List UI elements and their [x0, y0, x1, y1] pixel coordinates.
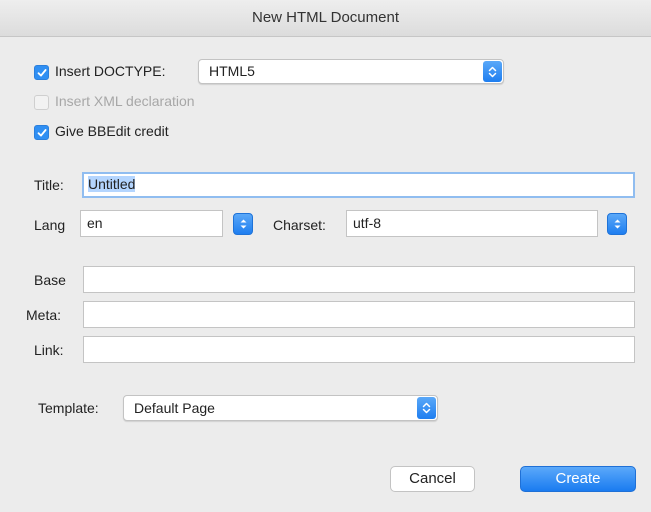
title-field[interactable]: Untitled: [82, 172, 635, 198]
doctype-select-value: HTML5: [209, 63, 255, 79]
base-field[interactable]: [83, 266, 635, 293]
lang-field-value: en: [87, 215, 103, 231]
charset-field[interactable]: utf-8: [346, 210, 598, 237]
checkmark-icon: [37, 69, 47, 77]
checkmark-icon: [37, 129, 47, 137]
lang-options-button[interactable]: [233, 213, 253, 235]
template-label: Template:: [38, 400, 99, 416]
charset-field-value: utf-8: [353, 215, 382, 231]
charset-label: Charset:: [273, 217, 326, 233]
create-button[interactable]: Create: [520, 466, 636, 492]
window-title: New HTML Document: [252, 9, 399, 26]
charset-options-button[interactable]: [607, 213, 627, 235]
give-credit-label[interactable]: Give BBEdit credit: [55, 123, 169, 139]
give-credit-checkbox[interactable]: [34, 125, 49, 140]
template-select-arrows: [417, 397, 436, 419]
meta-field[interactable]: [83, 301, 635, 328]
link-label: Link:: [34, 342, 64, 358]
template-select-value: Default Page: [134, 400, 215, 416]
meta-label: Meta:: [26, 307, 62, 323]
template-select[interactable]: Default Page: [123, 395, 438, 421]
chevron-updown-icon: [240, 219, 247, 229]
lang-field[interactable]: en: [80, 210, 223, 237]
title-field-value: Untitled: [88, 176, 136, 192]
base-label: Base: [34, 272, 66, 288]
window-title-bar: New HTML Document: [0, 0, 651, 37]
insert-doctype-label[interactable]: Insert DOCTYPE:: [55, 63, 165, 79]
doctype-select-arrows: [483, 61, 502, 82]
doctype-select[interactable]: HTML5: [198, 59, 504, 84]
link-field[interactable]: [83, 336, 635, 363]
insert-xml-declaration-label: Insert XML declaration: [55, 93, 195, 109]
chevron-updown-icon: [614, 219, 621, 229]
chevron-updown-icon: [488, 66, 497, 77]
insert-xml-declaration-checkbox: [34, 95, 49, 110]
lang-label: Lang: [34, 217, 66, 233]
insert-doctype-checkbox[interactable]: [34, 65, 49, 80]
cancel-button[interactable]: Cancel: [390, 466, 475, 492]
title-label: Title:: [34, 177, 64, 193]
chevron-updown-icon: [422, 402, 431, 414]
